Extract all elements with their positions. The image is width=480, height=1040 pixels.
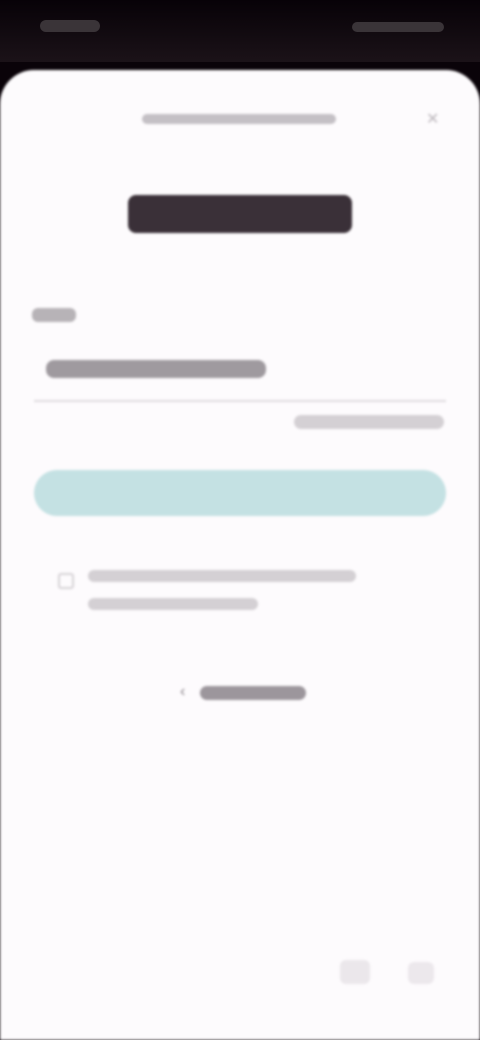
sheet-handle[interactable]	[142, 114, 336, 124]
next-button[interactable]	[34, 470, 446, 516]
status-icons	[352, 22, 444, 32]
keyboard-icon[interactable]	[340, 960, 370, 984]
email-input-value	[46, 360, 266, 378]
forgot-link[interactable]	[294, 415, 444, 429]
chevron-left-icon[interactable]: ‹	[180, 684, 190, 700]
checkbox-icon[interactable]	[58, 573, 74, 589]
help-icon[interactable]	[408, 962, 434, 984]
status-bar	[0, 0, 480, 62]
terms-text-line2	[88, 598, 258, 610]
status-time	[40, 20, 100, 32]
back-link[interactable]	[200, 686, 306, 700]
terms-text	[88, 570, 356, 582]
email-field[interactable]	[34, 342, 446, 402]
app-logo	[128, 195, 352, 233]
close-icon[interactable]: ✕	[426, 112, 442, 128]
login-sheet: ✕ ‹	[0, 70, 480, 1040]
field-label	[32, 308, 76, 322]
